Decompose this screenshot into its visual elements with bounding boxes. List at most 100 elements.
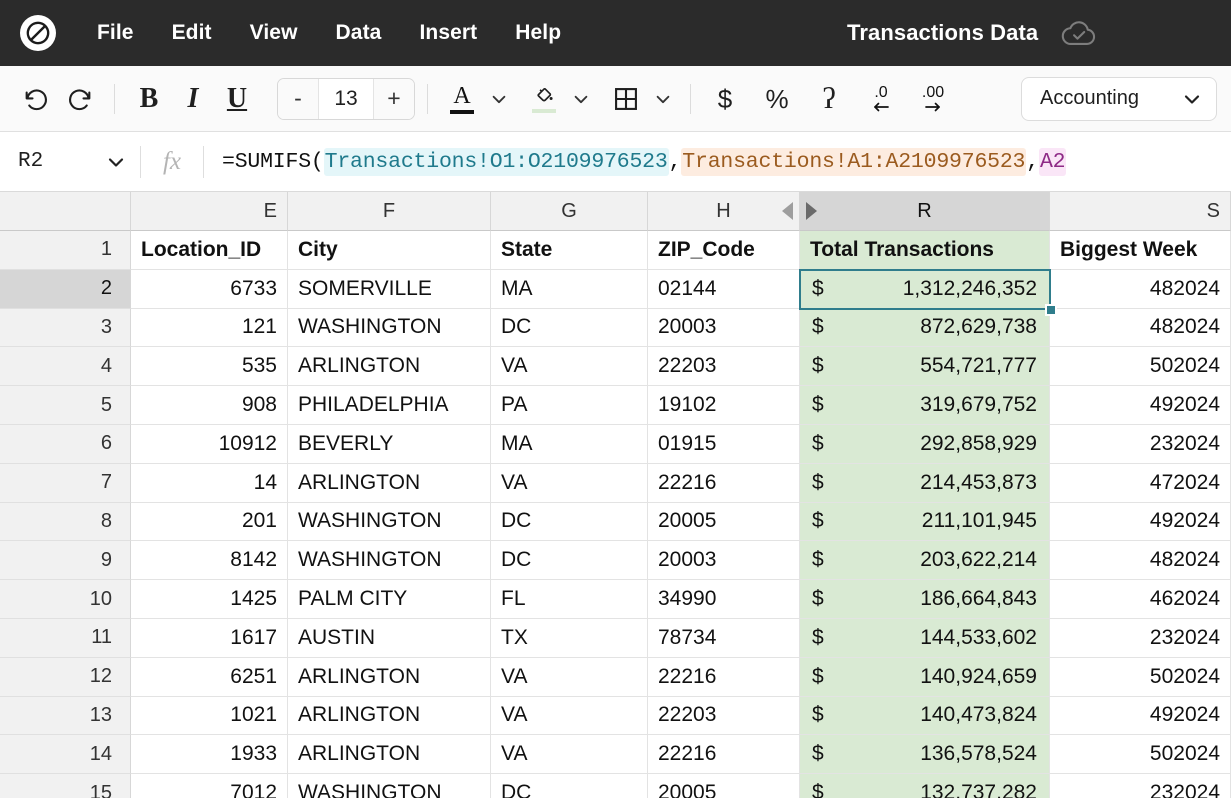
cell-s11[interactable]: 232024 — [1050, 619, 1231, 658]
column-header-f[interactable]: F — [288, 192, 491, 231]
borders-icon[interactable] — [604, 77, 648, 121]
cell-r5[interactable]: $319,679,752 — [800, 386, 1050, 425]
column-header-g[interactable]: G — [491, 192, 648, 231]
underline-button[interactable]: U — [215, 77, 259, 121]
number-format-select[interactable]: Accounting — [1021, 77, 1217, 121]
cell-e9[interactable]: 8142 — [131, 541, 288, 580]
cell-f8[interactable]: WASHINGTON — [288, 503, 491, 542]
cell-r9[interactable]: $203,622,214 — [800, 541, 1050, 580]
cell-g10[interactable]: FL — [491, 580, 648, 619]
cell-e13[interactable]: 1021 — [131, 697, 288, 736]
undo-icon[interactable] — [14, 77, 58, 121]
cell-f12[interactable]: ARLINGTON — [288, 658, 491, 697]
column-header-s[interactable]: S — [1050, 192, 1231, 231]
cell-g2[interactable]: MA — [491, 270, 648, 309]
name-box[interactable]: R2 — [0, 132, 140, 191]
cell-r12[interactable]: $140,924,659 — [800, 658, 1050, 697]
cell-r2[interactable]: $1,312,246,352 — [800, 270, 1050, 309]
cell-h9[interactable]: 20003 — [648, 541, 800, 580]
row-header-6[interactable]: 6 — [0, 425, 131, 464]
cell-g12[interactable]: VA — [491, 658, 648, 697]
cell-s5[interactable]: 492024 — [1050, 386, 1231, 425]
row-header-4[interactable]: 4 — [0, 347, 131, 386]
cell-r13[interactable]: $140,473,824 — [800, 697, 1050, 736]
menu-item-help[interactable]: Help — [496, 15, 580, 51]
cell-r14[interactable]: $136,578,524 — [800, 735, 1050, 774]
cell-g4[interactable]: VA — [491, 347, 648, 386]
cell-f4[interactable]: ARLINGTON — [288, 347, 491, 386]
cell-f11[interactable]: AUSTIN — [288, 619, 491, 658]
cell-e10[interactable]: 1425 — [131, 580, 288, 619]
cell-e6[interactable]: 10912 — [131, 425, 288, 464]
cell-e11[interactable]: 1617 — [131, 619, 288, 658]
cell-s13[interactable]: 492024 — [1050, 697, 1231, 736]
cell-e4[interactable]: 535 — [131, 347, 288, 386]
italic-button[interactable]: I — [171, 77, 215, 121]
cell-r10[interactable]: $186,664,843 — [800, 580, 1050, 619]
menu-item-insert[interactable]: Insert — [400, 15, 496, 51]
cell-s14[interactable]: 502024 — [1050, 735, 1231, 774]
bold-button[interactable]: B — [127, 77, 171, 121]
fill-handle[interactable] — [1045, 304, 1057, 316]
cell-f1[interactable]: City — [288, 231, 491, 270]
cell-e1[interactable]: Location_ID — [131, 231, 288, 270]
cell-s9[interactable]: 482024 — [1050, 541, 1231, 580]
cell-f7[interactable]: ARLINGTON — [288, 464, 491, 503]
cell-g9[interactable]: DC — [491, 541, 648, 580]
column-header-r[interactable]: R — [800, 192, 1050, 231]
select-all-corner[interactable] — [0, 192, 131, 231]
borders-dropdown-icon[interactable] — [648, 77, 678, 121]
cell-g8[interactable]: DC — [491, 503, 648, 542]
row-header-5[interactable]: 5 — [0, 386, 131, 425]
decrease-decimal-button[interactable]: .0 — [859, 77, 903, 121]
cell-g14[interactable]: VA — [491, 735, 648, 774]
row-header-8[interactable]: 8 — [0, 503, 131, 542]
cell-h3[interactable]: 20003 — [648, 309, 800, 348]
cell-s2[interactable]: 482024 — [1050, 270, 1231, 309]
row-header-15[interactable]: 15 — [0, 774, 131, 798]
currency-format-button[interactable]: $ — [703, 77, 747, 121]
row-header-1[interactable]: 1 — [0, 231, 131, 270]
cell-h6[interactable]: 01915 — [648, 425, 800, 464]
row-header-7[interactable]: 7 — [0, 464, 131, 503]
cell-s6[interactable]: 232024 — [1050, 425, 1231, 464]
cell-h12[interactable]: 22216 — [648, 658, 800, 697]
cell-f9[interactable]: WASHINGTON — [288, 541, 491, 580]
row-header-10[interactable]: 10 — [0, 580, 131, 619]
cloud-check-icon[interactable] — [1060, 18, 1098, 48]
cell-g11[interactable]: TX — [491, 619, 648, 658]
cell-g6[interactable]: MA — [491, 425, 648, 464]
cell-e14[interactable]: 1933 — [131, 735, 288, 774]
cell-h11[interactable]: 78734 — [648, 619, 800, 658]
row-header-12[interactable]: 12 — [0, 658, 131, 697]
redo-icon[interactable] — [58, 77, 102, 121]
increase-decimal-button[interactable]: .00 — [911, 77, 955, 121]
cell-e7[interactable]: 14 — [131, 464, 288, 503]
cell-h2[interactable]: 02144 — [648, 270, 800, 309]
cell-e3[interactable]: 121 — [131, 309, 288, 348]
formula-input[interactable]: =SUMIFS(Transactions!O1:O2109976523, Tra… — [204, 132, 1231, 191]
cell-g15[interactable]: DC — [491, 774, 648, 798]
collapse-right-icon[interactable] — [806, 202, 817, 220]
row-header-9[interactable]: 9 — [0, 541, 131, 580]
cell-s12[interactable]: 502024 — [1050, 658, 1231, 697]
cell-e2[interactable]: 6733 — [131, 270, 288, 309]
cell-g1[interactable]: State — [491, 231, 648, 270]
font-size-stepper[interactable]: - 13 + — [277, 78, 415, 120]
menu-item-data[interactable]: Data — [317, 15, 401, 51]
cell-h8[interactable]: 20005 — [648, 503, 800, 542]
cell-r1[interactable]: Total Transactions — [800, 231, 1050, 270]
cell-e12[interactable]: 6251 — [131, 658, 288, 697]
cell-s15[interactable]: 232024 — [1050, 774, 1231, 798]
cell-f13[interactable]: ARLINGTON — [288, 697, 491, 736]
cell-g13[interactable]: VA — [491, 697, 648, 736]
cell-r7[interactable]: $214,453,873 — [800, 464, 1050, 503]
row-header-13[interactable]: 13 — [0, 697, 131, 736]
percent-format-button[interactable]: % — [755, 77, 799, 121]
cell-h13[interactable]: 22203 — [648, 697, 800, 736]
menu-item-file[interactable]: File — [78, 15, 153, 51]
cell-h1[interactable]: ZIP_Code — [648, 231, 800, 270]
row-header-2[interactable]: 2 — [0, 270, 131, 309]
text-color-button[interactable]: A — [440, 77, 484, 121]
document-title[interactable]: Transactions Data — [847, 20, 1038, 46]
